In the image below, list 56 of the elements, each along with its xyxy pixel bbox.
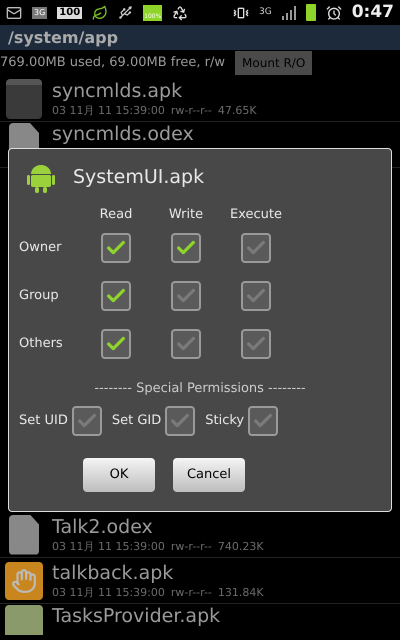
file-date: 03 11月 11 15:39:00 [52, 104, 165, 118]
dialog-button[interactable]: Cancel [173, 458, 245, 492]
usb-icon [118, 5, 134, 20]
current-path: /system/app [8, 26, 118, 48]
app-icon [5, 605, 43, 635]
document-icon [9, 514, 39, 554]
clock-time: 0:47 [352, 0, 394, 24]
file-size: 47.65K [218, 104, 257, 118]
checkbox[interactable] [241, 232, 271, 262]
column-header: Execute [230, 206, 282, 224]
row-label: Owner [19, 238, 62, 257]
column-header: Write [168, 206, 204, 224]
battery-icon [306, 4, 316, 21]
file-size: 740.23K [218, 540, 264, 554]
package-icon [6, 78, 42, 118]
recycle-icon [172, 4, 188, 20]
alarm-icon [326, 4, 342, 20]
row-label: Group [19, 286, 60, 305]
file-name[interactable]: syncmlds.odex [52, 123, 194, 147]
file-size: 131.84K [218, 586, 264, 600]
file-name[interactable]: talkback.apk [52, 562, 264, 586]
file-permissions: rw-r--r-- [170, 586, 212, 600]
signal-icon [282, 6, 296, 20]
checkbox-label: Set GID [112, 412, 162, 430]
checkbox[interactable] [72, 406, 102, 436]
dialog-title: SystemUI.apk [73, 164, 204, 190]
checkbox-label: Sticky [205, 412, 244, 430]
file-permissions: rw-r--r-- [170, 104, 212, 118]
checkbox[interactable] [101, 280, 131, 310]
checkbox[interactable] [171, 328, 201, 358]
checkbox[interactable] [165, 406, 196, 436]
checkbox[interactable] [241, 280, 271, 310]
hand-icon [5, 562, 43, 600]
checkbox[interactable] [101, 232, 131, 262]
file-date: 03 11月 11 15:39:00 [52, 586, 165, 600]
file-name[interactable]: TasksProvider.apk [52, 605, 220, 629]
checkbox-label: Set UID [19, 412, 68, 430]
mail-icon [6, 4, 22, 20]
file-permissions: rw-r--r-- [170, 540, 212, 554]
row-label: Others [19, 334, 64, 353]
network-badge: 3G [32, 6, 48, 18]
checkbox[interactable] [101, 328, 131, 358]
dialog-button[interactable]: OK [83, 458, 155, 492]
section-heading: -------- Special Permissions -------- [94, 380, 306, 398]
network-type: 3G [259, 6, 272, 19]
checkbox[interactable] [171, 232, 201, 262]
storage-info: 769.00MB used, 69.00MB free, r/w [0, 54, 226, 72]
column-header: Read [100, 206, 132, 224]
file-name[interactable]: Talk2.odex [52, 516, 264, 540]
checkbox[interactable] [171, 280, 201, 310]
vibrate-icon [233, 4, 249, 20]
count-badge: 100 [57, 6, 82, 18]
checkbox[interactable] [248, 406, 278, 436]
file-date: 03 11月 11 15:39:00 [52, 540, 165, 554]
checkbox[interactable] [241, 328, 271, 358]
file-name[interactable]: syncmlds.apk [52, 80, 257, 104]
